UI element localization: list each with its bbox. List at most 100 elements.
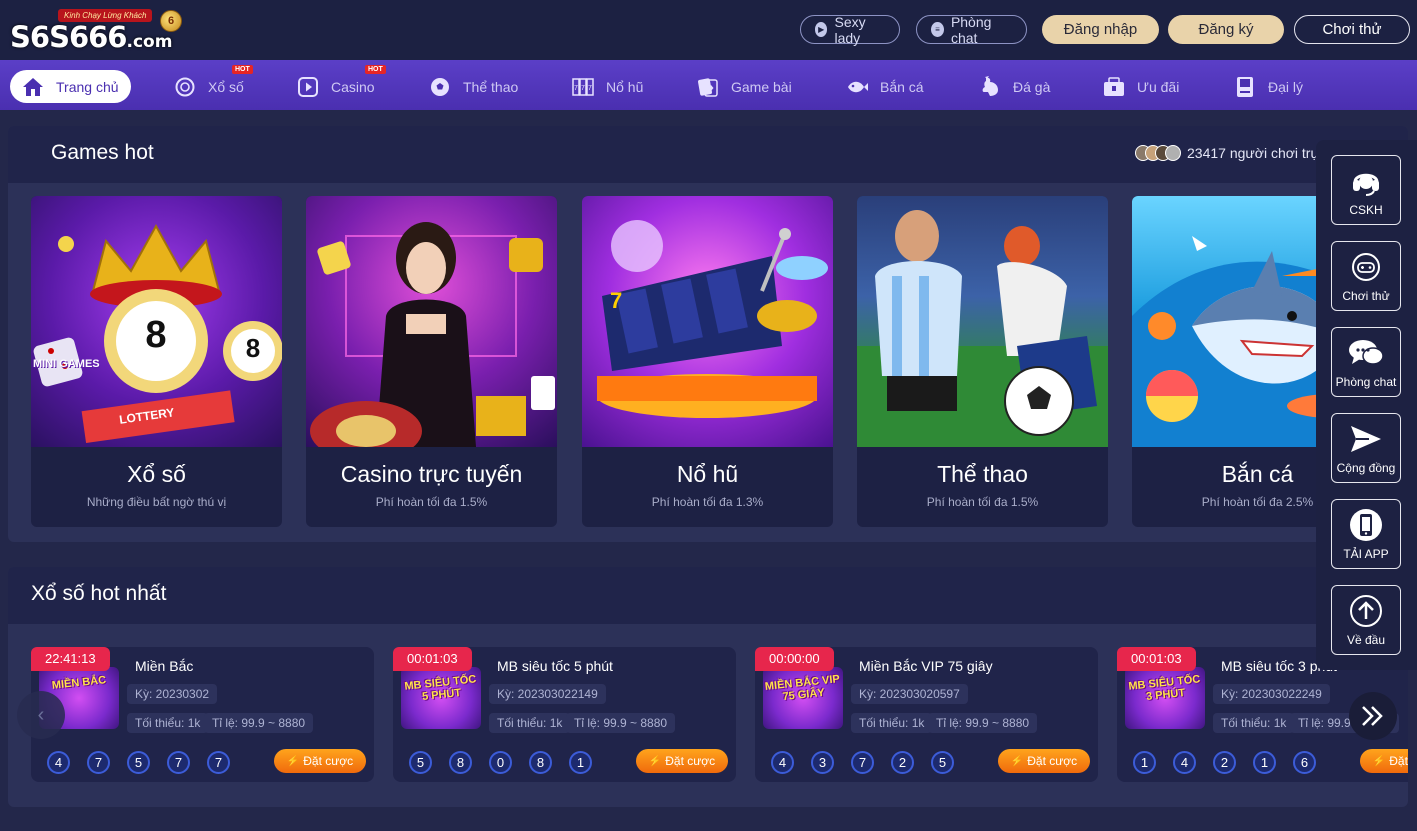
sidebar-label: Chơi thử: [1342, 289, 1390, 303]
result-ball: 4: [1173, 751, 1196, 774]
logo-wordmark: S6S666.com: [10, 20, 172, 54]
slots-illustration: 7: [597, 220, 828, 418]
result-balls: 4 3 7 2 5: [771, 751, 971, 774]
result-ball: 4: [771, 751, 794, 774]
mini-games-label: MINI GAMES: [33, 358, 100, 370]
slots-image: 7: [582, 196, 833, 447]
sidebar-label: CSKH: [1349, 203, 1383, 217]
result-ball: 2: [1213, 751, 1236, 774]
register-button[interactable]: Đăng ký: [1168, 15, 1284, 44]
place-bet-button[interactable]: ⚡ Đặt cược: [998, 749, 1090, 773]
chat-room-label: Phòng chat: [950, 13, 992, 46]
lightning-icon: ⚡: [648, 755, 662, 767]
site-logo[interactable]: Kinh Chạy Lừng Khách S6S666.com 6: [10, 8, 185, 54]
nav-item-home[interactable]: Trang chủ: [10, 70, 131, 103]
result-balls: 5 8 0 8 1: [409, 751, 609, 774]
try-play-button[interactable]: Chơi thử: [1294, 15, 1410, 44]
nav-label: Trang chủ: [56, 78, 119, 95]
card-subtitle: Những điều bất ngờ thú vị: [86, 495, 227, 509]
result-ball: 5: [127, 751, 150, 774]
back-to-top-button[interactable]: Về đầu: [1331, 585, 1401, 655]
result-ball: 7: [167, 751, 190, 774]
lottery-thumbnail: MB SIÊU TỐC 3 PHÚT: [1125, 667, 1205, 729]
min-bet: Tối thiểu: 1k: [1213, 713, 1295, 733]
lightning-icon: ⚡: [286, 755, 300, 767]
result-ball: 8: [529, 751, 552, 774]
section-header: Xổ số hot nhất: [8, 567, 1408, 624]
hot-lottery-section: Xổ số hot nhất MIỀN BẮC 22:41:13 Miền Bắ…: [8, 567, 1408, 807]
lottery-thumbnail: MB SIÊU TỐC 5 PHÚT: [401, 667, 481, 729]
svg-text:7: 7: [574, 85, 578, 92]
lottery-name: MB siêu tốc 5 phút: [497, 658, 613, 674]
hot-badge: HOT: [365, 65, 386, 74]
result-ball: 0: [489, 751, 512, 774]
game-card-lottery[interactable]: 8 8 MINI GAMES LOTTERY Xổ số Những điều …: [31, 196, 282, 527]
double-chevron-right-icon: [1362, 706, 1383, 726]
section-title: Games hot: [51, 141, 154, 164]
carousel-next-button[interactable]: [1349, 692, 1397, 740]
nav-item-slots[interactable]: 777 Nổ hũ: [572, 70, 643, 103]
game-card-casino[interactable]: Casino trực tuyến Phí hoàn tối đa 1.5%: [306, 196, 557, 527]
nav-item-casino[interactable]: Casino HOT: [297, 65, 386, 103]
payout-rate: Tỉ lệ: 99.9 ~ 8880: [566, 713, 676, 733]
nav-item-card-games[interactable]: Game bài: [697, 70, 792, 103]
sexy-lady-button[interactable]: ▶ Sexy lady: [800, 14, 900, 46]
login-button[interactable]: Đăng nhập: [1042, 15, 1159, 44]
try-play-side-button[interactable]: Chơi thử: [1331, 241, 1401, 311]
lottery-card-mien-bac-vip[interactable]: MIỀN BẮC VIP 75 GIÂY 00:00:00 Miền Bắc V…: [755, 647, 1098, 782]
min-bet: Tối thiểu: 1k: [851, 713, 933, 733]
sidebar-label: Phòng chat: [1335, 375, 1397, 389]
lottery-ball-number: 8: [145, 314, 167, 356]
countdown-timer: 00:01:03: [1117, 647, 1196, 671]
casino-illustration: [310, 222, 555, 461]
chat-room-side-button[interactable]: Phòng chat: [1331, 327, 1401, 397]
agent-icon: [1234, 76, 1256, 98]
nav-item-agents[interactable]: Đại lý: [1234, 70, 1303, 103]
card-title: Xổ số: [127, 461, 186, 487]
payout-rate: Tỉ lệ: 99.9 ~ 8880: [928, 713, 1038, 733]
game-card-slots[interactable]: 7 Nổ hũ Phí hoàn tối đa 1.3%: [582, 196, 833, 527]
section-header: Games hot 23417 người chơi trực tuyến: [8, 126, 1408, 183]
community-button[interactable]: Cộng đồng: [1331, 413, 1401, 483]
headset-icon: [1332, 164, 1400, 198]
main-nav: Trang chủ Xổ số HOT Casino HOT Thể thao …: [0, 60, 1417, 110]
result-ball: 7: [207, 751, 230, 774]
chat-room-button[interactable]: ≡ Phòng chat: [916, 13, 1027, 46]
lightning-icon: ⚡: [1010, 755, 1024, 767]
result-ball: 7: [87, 751, 110, 774]
place-bet-button[interactable]: ⚡ Đặt cược: [274, 749, 366, 773]
header: Kinh Chạy Lừng Khách S6S666.com 6 ▶ Sexy…: [0, 0, 1417, 60]
lottery-thumbnail: MIỀN BẮC VIP 75 GIÂY: [763, 667, 843, 729]
nav-item-cockfight[interactable]: Đá gà: [979, 70, 1050, 103]
support-button[interactable]: CSKH: [1331, 155, 1401, 225]
nav-label: Xổ số: [208, 78, 244, 95]
lottery-card-mien-bac[interactable]: MIỀN BẮC 22:41:13 Miền Bắc Kỳ: 20230302 …: [31, 647, 374, 782]
draw-period: Kỳ: 202303022249: [1213, 684, 1330, 704]
nav-item-promotions[interactable]: Ưu đãi: [1103, 70, 1179, 103]
place-bet-label: Đặt cược: [303, 754, 354, 768]
nav-label: Game bài: [731, 78, 792, 95]
place-bet-label: Đặt cược: [1389, 754, 1408, 768]
thumbnail-text: MIỀN BẮC: [51, 674, 107, 692]
section-title: Xổ số hot nhất: [31, 582, 167, 605]
avatar: [1165, 145, 1181, 161]
countdown-timer: 00:01:03: [393, 647, 472, 671]
game-card-sports[interactable]: Thể thao Phí hoàn tối đa 1.5%: [857, 196, 1108, 527]
nav-item-sports[interactable]: Thể thao: [429, 70, 518, 103]
carousel-prev-button[interactable]: ‹: [17, 691, 65, 739]
result-ball: 5: [931, 751, 954, 774]
phone-icon: [1332, 508, 1400, 542]
result-ball: 6: [1293, 751, 1316, 774]
floating-sidebar: CSKH Chơi thử Phòng chat Cộng đồng TẢI A…: [1316, 140, 1417, 670]
nav-item-fishing[interactable]: Bắn cá: [846, 70, 924, 103]
place-bet-button[interactable]: ⚡ Đặt cược: [1360, 749, 1408, 773]
result-ball: 4: [47, 751, 70, 774]
card-subtitle: Phí hoàn tối đa 1.5%: [375, 495, 488, 509]
nav-item-lottery[interactable]: Xổ số HOT: [174, 65, 253, 103]
games-hot-section: Games hot 23417 người chơi trực tuyến 8 …: [8, 126, 1408, 542]
card-title: Casino trực tuyến: [340, 461, 523, 487]
place-bet-label: Đặt cược: [665, 754, 716, 768]
lottery-card-mb-5-phut[interactable]: MB SIÊU TỐC 5 PHÚT 00:01:03 MB siêu tốc …: [393, 647, 736, 782]
place-bet-button[interactable]: ⚡ Đặt cược: [636, 749, 728, 773]
download-app-button[interactable]: TẢI APP: [1331, 499, 1401, 569]
